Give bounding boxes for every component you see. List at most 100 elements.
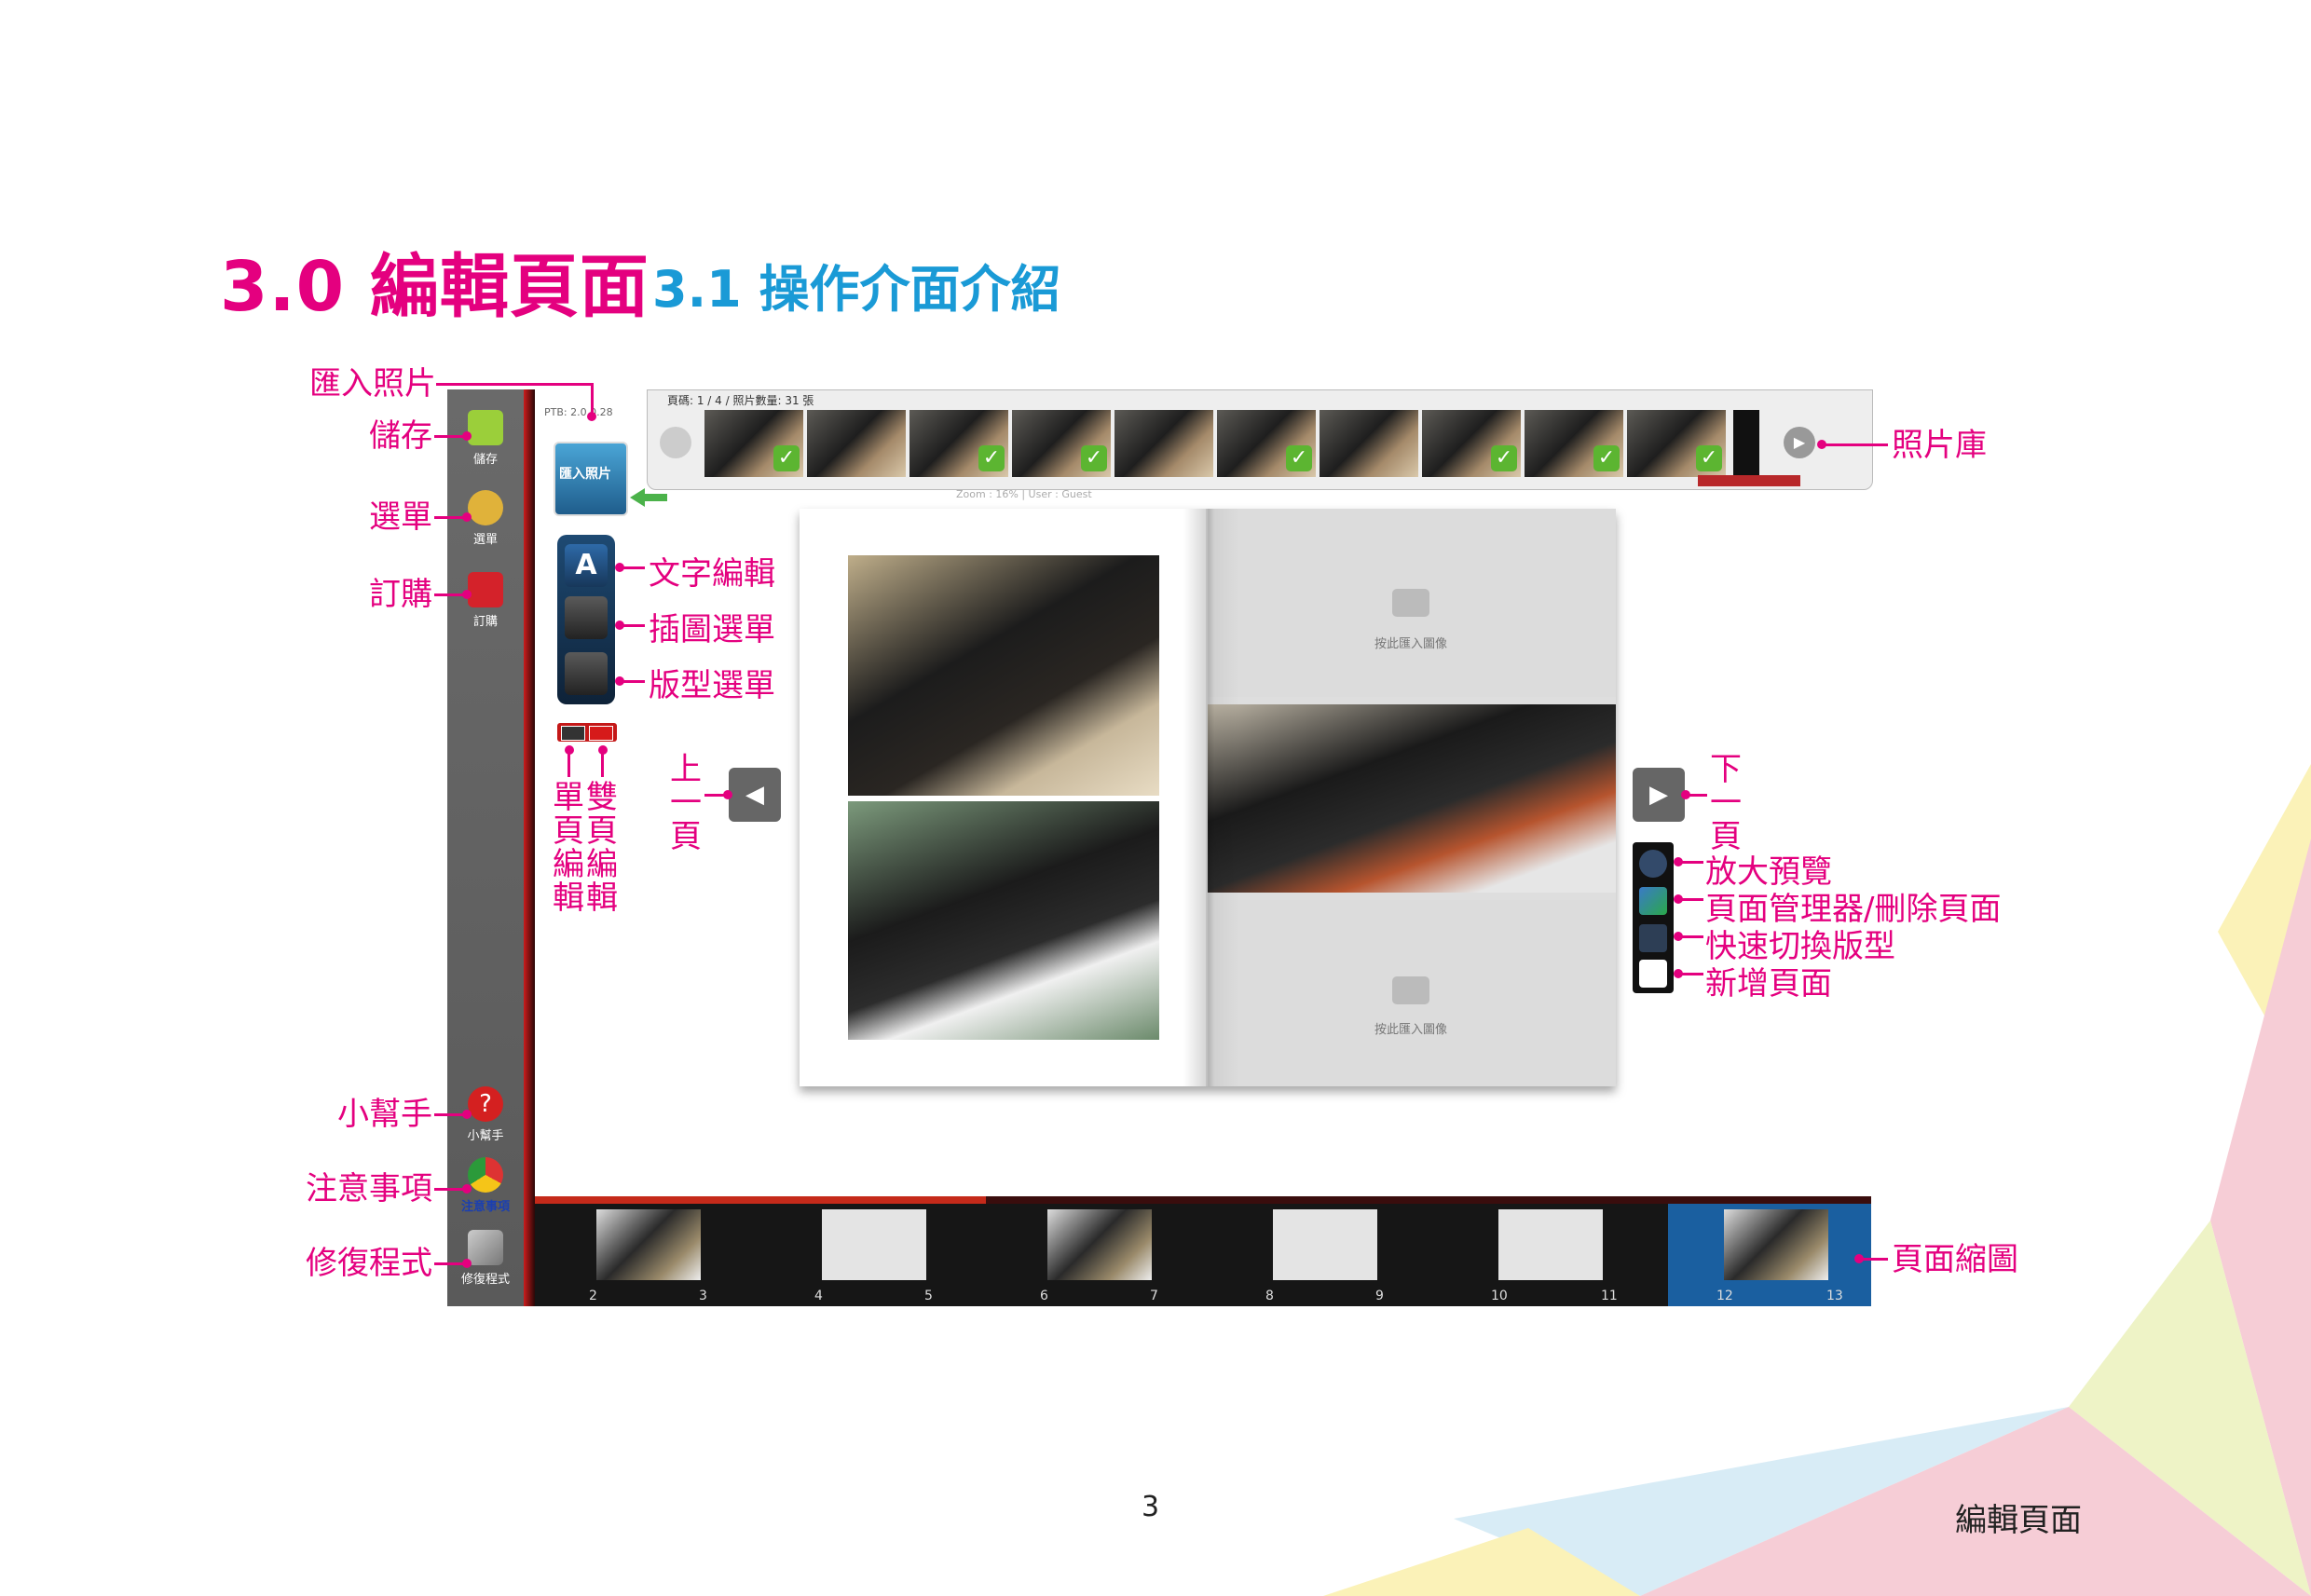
layout-menu-button[interactable] — [565, 652, 608, 695]
leader-line — [619, 624, 645, 627]
sidebar-edge — [524, 389, 535, 1306]
filmstrip-thumb[interactable]: ✓ — [704, 410, 803, 477]
leader-line — [1677, 861, 1703, 864]
undo-arrow-icon — [468, 490, 503, 525]
filmstrip-prev-button[interactable] — [660, 427, 691, 458]
filmstrip-title: 頁碼: 1 / 4 / 照片數量: 31 張 — [667, 394, 814, 407]
section-title: 3.0 編輯頁面 — [220, 247, 650, 327]
leader-dot — [462, 590, 472, 599]
sidebar-order[interactable]: 訂購 — [447, 572, 524, 629]
spread-page-number: 10 — [1491, 1289, 1508, 1303]
leader-dot — [462, 1184, 472, 1194]
page-manager-button[interactable] — [1639, 887, 1667, 915]
checkmark-icon: ✓ — [1696, 445, 1722, 471]
photo-frame[interactable] — [848, 555, 1159, 796]
leader-line — [567, 751, 570, 777]
spread-page-number: 12 — [1716, 1289, 1733, 1303]
cart-icon — [468, 572, 503, 607]
text-edit-button[interactable]: A — [565, 544, 608, 587]
sidebar-order-label: 訂購 — [472, 615, 498, 629]
photo-frame[interactable] — [848, 801, 1159, 1040]
callout-order: 訂購 — [369, 576, 432, 613]
quick-layout-button[interactable] — [1639, 924, 1667, 952]
leader-line — [601, 751, 604, 777]
import-photos-label: 匯入照片 — [559, 467, 611, 482]
spread-page-number: 7 — [1150, 1289, 1158, 1303]
double-page-mode-button[interactable] — [589, 726, 613, 741]
callout-prev-page: 上一頁 — [670, 751, 702, 855]
callout-quick-layout: 快速切換版型 — [1705, 928, 1895, 965]
sidebar-save[interactable]: 儲存 — [447, 410, 524, 467]
spread-thumbnail[interactable] — [1498, 1209, 1603, 1280]
callout-save: 儲存 — [369, 417, 432, 455]
spread-page-number: 11 — [1601, 1289, 1618, 1303]
spread-page-number: 5 — [924, 1289, 933, 1303]
spread-thumbnail[interactable] — [1273, 1209, 1377, 1280]
checkmark-icon: ✓ — [978, 445, 1005, 471]
callout-next-page: 下一頁 — [1710, 751, 1742, 855]
spread-page-number: 3 — [699, 1289, 707, 1303]
callout-notice: 注意事項 — [306, 1170, 432, 1207]
callout-help: 小幫手 — [337, 1096, 432, 1133]
filmstrip-thumb[interactable] — [1114, 410, 1213, 477]
checkmark-icon: ✓ — [1286, 445, 1312, 471]
filmstrip-thumb[interactable]: ✓ — [1422, 410, 1521, 477]
camera-icon — [1392, 976, 1429, 1004]
single-page-mode-button[interactable] — [561, 726, 585, 741]
filmstrip-thumb[interactable]: ✓ — [909, 410, 1008, 477]
spread-page-number: 13 — [1826, 1289, 1843, 1303]
checkmark-icon: ✓ — [1081, 445, 1107, 471]
filmstrip-scroll-end — [1733, 410, 1759, 477]
callout-photo-library: 照片庫 — [1892, 427, 1987, 464]
leader-dot — [723, 790, 732, 799]
sidebar-repair[interactable]: 修復程式 — [447, 1230, 524, 1287]
spread-page-number: 9 — [1375, 1289, 1384, 1303]
thumbnail-scroll-track — [986, 1196, 1871, 1204]
subsection-title: 3.1 操作介面介紹 — [652, 260, 1061, 319]
spread-thumbnail[interactable] — [596, 1209, 701, 1280]
leader-line — [619, 680, 645, 683]
clipart-menu-button[interactable] — [565, 596, 608, 639]
wrench-icon — [468, 1230, 503, 1265]
question-icon: ? — [468, 1086, 503, 1122]
filmstrip-thumb[interactable]: ✓ — [1627, 410, 1726, 477]
leader-line — [1823, 443, 1888, 446]
filmstrip-thumb[interactable] — [807, 410, 906, 477]
sidebar-menu-label: 選單 — [472, 533, 498, 547]
leader-line — [619, 566, 645, 569]
filmstrip-toggle-tab[interactable] — [1698, 475, 1800, 486]
leader-dot — [462, 1110, 472, 1119]
leader-line — [436, 383, 593, 386]
spread-thumbnail[interactable] — [822, 1209, 926, 1280]
sidebar-save-label: 儲存 — [472, 453, 498, 467]
filmstrip-next-button[interactable]: ▶ — [1784, 427, 1815, 458]
callout-text-edit: 文字編輯 — [649, 555, 775, 593]
callout-import-photos: 匯入照片 — [309, 365, 436, 402]
filmstrip-thumb[interactable] — [1320, 410, 1418, 477]
sidebar-repair-label: 修復程式 — [460, 1273, 510, 1287]
filmstrip-thumb[interactable]: ✓ — [1525, 410, 1623, 477]
photo-frame[interactable] — [1208, 704, 1616, 893]
placeholder-text: 按此匯入圖像 — [1374, 1023, 1447, 1037]
callout-layout-menu: 版型選單 — [649, 667, 775, 704]
camera-icon — [1392, 589, 1429, 617]
footer-section-label: 編輯頁面 — [1955, 1502, 2082, 1539]
spread-thumbnail[interactable] — [1047, 1209, 1152, 1280]
callout-single-page-edit: 單頁編輯 — [553, 779, 584, 917]
leader-dot — [462, 1259, 472, 1268]
spread-thumbnail[interactable] — [1724, 1209, 1828, 1280]
next-page-button[interactable]: ▶ — [1633, 768, 1685, 822]
sidebar-notice[interactable]: 注意事項 — [447, 1157, 524, 1214]
add-page-button[interactable] — [1639, 960, 1667, 988]
callout-clipart-menu: 插圖選單 — [649, 611, 775, 648]
spread-page-number: 2 — [589, 1289, 597, 1303]
callout-repair: 修復程式 — [306, 1245, 432, 1282]
callout-menu: 選單 — [369, 498, 432, 536]
callout-add-page: 新增頁面 — [1705, 965, 1832, 1003]
leader-dot — [462, 431, 472, 441]
zoom-preview-button[interactable] — [1639, 850, 1667, 878]
filmstrip-thumb[interactable]: ✓ — [1217, 410, 1316, 477]
filmstrip-thumb[interactable]: ✓ — [1012, 410, 1111, 477]
filmstrip-version: PTB: 2.0.0.28 — [544, 406, 613, 418]
prev-page-button[interactable]: ◀ — [729, 768, 781, 822]
